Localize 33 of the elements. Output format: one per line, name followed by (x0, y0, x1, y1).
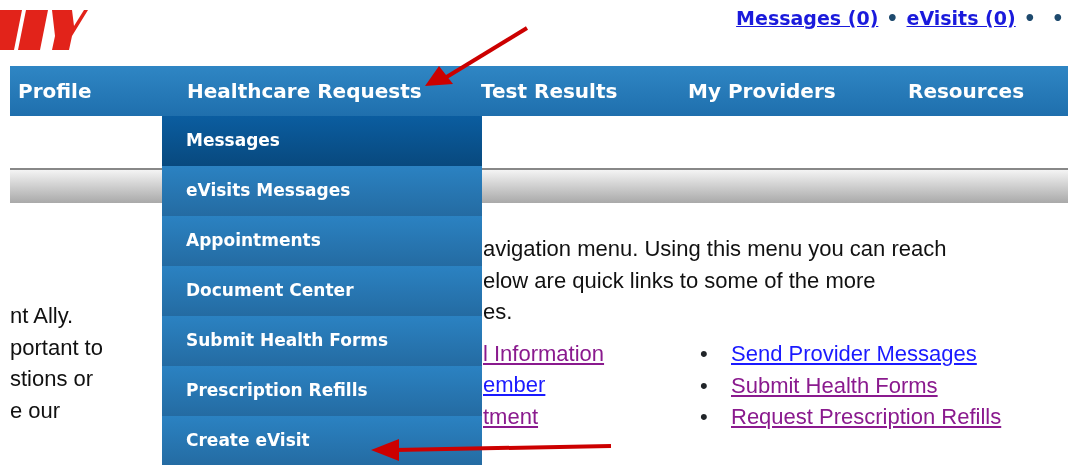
nav-tab[interactable]: My Providers (688, 66, 836, 116)
header-link[interactable]: Messages (0) (736, 7, 879, 29)
menu-item[interactable]: Prescription Refills (162, 366, 482, 416)
menu-item[interactable]: Appointments (162, 216, 482, 266)
bullet: • (700, 371, 709, 400)
body-text: es. (483, 298, 514, 326)
menu-item[interactable]: Messages (162, 116, 482, 166)
quick-link[interactable]: Submit Health Forms (731, 372, 938, 398)
menu-item[interactable]: Create eVisit (162, 416, 482, 465)
quick-link[interactable]: l Information (483, 340, 605, 366)
separator: • (886, 7, 899, 29)
quick-link[interactable]: Request Prescription Refills (731, 404, 1002, 429)
body-text: e our (10, 396, 62, 425)
menu-item[interactable]: Document Center (162, 266, 482, 316)
quick-link[interactable]: Send Provider Messages (731, 341, 977, 366)
header-link[interactable]: eVisits (0) (906, 7, 1016, 29)
quick-link[interactable]: ember (483, 372, 546, 397)
menu-item[interactable]: Submit Health Forms (162, 316, 482, 366)
separator: • (1051, 7, 1064, 29)
bullet: • (700, 403, 709, 431)
quick-link[interactable]: tment (483, 403, 539, 429)
body-text: elow are quick links to some of the more (483, 266, 877, 295)
nav-tab[interactable]: Healthcare Requests (187, 66, 422, 116)
bullet: • (700, 340, 709, 368)
body-text: nt Ally. (10, 302, 75, 330)
nav-tab[interactable]: Resources (908, 66, 1025, 116)
nav-tab[interactable]: Profile (18, 66, 92, 116)
nav-tab[interactable]: Test Results (481, 66, 618, 116)
body-text: stions or (10, 365, 95, 393)
body-text: avigation menu. Using this menu you can reach (483, 235, 947, 263)
separator: • (1023, 7, 1036, 29)
body-text: portant to (10, 333, 103, 362)
menu-item[interactable]: eVisits Messages (162, 166, 482, 216)
